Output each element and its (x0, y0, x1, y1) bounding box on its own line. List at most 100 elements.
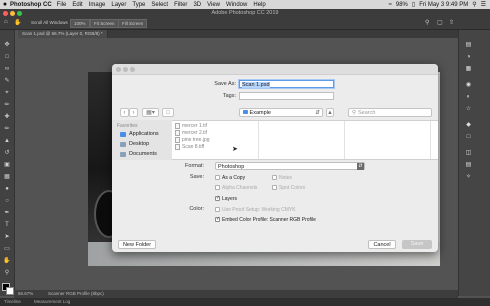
zoom-level[interactable]: 66.67% (18, 290, 33, 298)
battery-percent[interactable]: 98% (396, 2, 408, 8)
quick-select-tool-icon[interactable]: ✎ (3, 78, 11, 84)
embed-color-profile-checkbox[interactable] (215, 216, 220, 222)
search-field[interactable]: ⚲ Search (348, 108, 432, 117)
sidebar-item-documents[interactable]: Documents (120, 151, 157, 157)
location-popup[interactable]: Example ⇵ (239, 108, 323, 117)
lasso-tool-icon[interactable]: ∞ (3, 66, 11, 72)
document-profile[interactable]: Scanner RGB Profile (8bpc) (48, 290, 104, 298)
type-tool-icon[interactable]: T (3, 222, 11, 228)
marquee-tool-icon[interactable]: □ (3, 54, 11, 60)
alpha-channels-checkbox[interactable] (215, 185, 220, 190)
spotlight-icon[interactable]: ⚲ (472, 1, 476, 8)
measurement-log-tab[interactable]: Measurement Log (34, 298, 70, 306)
dodge-tool-icon[interactable]: ○ (3, 198, 11, 204)
chevron-updown-icon: ⇵ (315, 110, 320, 116)
adjustments-panel-icon[interactable]: ◐ (464, 94, 473, 101)
crop-tool-icon[interactable]: ⌖ (3, 90, 11, 96)
fill-screen-button[interactable]: Fill Screen (118, 19, 148, 28)
history-brush-tool-icon[interactable]: ↺ (3, 150, 11, 156)
healing-brush-tool-icon[interactable]: ✚ (3, 114, 11, 120)
favorites-label: Favorites (117, 123, 138, 129)
new-folder-button[interactable]: New Folder (118, 240, 156, 249)
menu-edit[interactable]: Edit (72, 2, 82, 8)
menu-type[interactable]: Type (132, 2, 145, 8)
brush-tool-icon[interactable]: ✏ (3, 126, 11, 132)
gradient-tool-icon[interactable]: ▦ (3, 174, 11, 180)
menu-help[interactable]: Help (253, 2, 265, 8)
as-a-copy-checkbox[interactable] (215, 175, 220, 180)
path-selection-tool-icon[interactable]: ➤ (3, 234, 11, 240)
folder-icon (243, 110, 248, 114)
battery-icon[interactable]: ▯ (412, 1, 415, 8)
paths-panel-icon[interactable]: ✧ (464, 174, 473, 181)
layers-checkbox[interactable] (215, 195, 220, 201)
file-item[interactable]: mercer 2.tif (175, 130, 207, 136)
menu-window[interactable]: Window (226, 2, 247, 8)
learn-panel-icon[interactable]: ◆ (464, 122, 473, 129)
fit-screen-button[interactable]: Fit Screen (90, 19, 119, 28)
sidebar-item-desktop[interactable]: Desktop (120, 141, 149, 147)
notes-checkbox[interactable] (272, 175, 277, 180)
menu-select[interactable]: Select (151, 2, 168, 8)
clone-stamp-tool-icon[interactable]: ▲ (3, 138, 11, 144)
apple-menu-icon[interactable]: ● (0, 1, 10, 8)
document-tab-label: Scan 1.psd @ 66.7% (Layer 0, RGB/8) * (22, 31, 103, 36)
menu-filter[interactable]: Filter (174, 2, 187, 8)
move-tool-icon[interactable]: ✥ (3, 42, 11, 48)
hand-tool-icon[interactable]: ✋ (14, 19, 21, 26)
layers-panel-icon[interactable]: ◫ (464, 150, 473, 157)
menu-view[interactable]: View (207, 2, 220, 8)
hand-tool-icon[interactable]: ✋ (3, 258, 11, 264)
rectangle-tool-icon[interactable]: ▭ (3, 246, 11, 252)
use-proof-setup-checkbox[interactable] (215, 207, 220, 212)
back-icon[interactable]: ‹ (120, 108, 129, 117)
cancel-button[interactable]: Cancel (368, 240, 396, 249)
file-item[interactable]: pine tree.jpg (175, 137, 210, 143)
tags-field[interactable] (239, 92, 334, 100)
channels-panel-icon[interactable]: ▤ (464, 162, 473, 169)
file-item[interactable]: mercer 1.tif (175, 123, 207, 129)
properties-panel-icon[interactable]: ◑ (464, 54, 473, 61)
zoom-100-button[interactable]: 100% (70, 19, 90, 28)
menu-image[interactable]: Image (89, 2, 106, 8)
color-panel-icon[interactable]: ◉ (464, 82, 473, 89)
view-options-icon[interactable]: ▦▾ (142, 108, 159, 117)
wifi-icon[interactable]: ≈ (389, 2, 392, 8)
scroll-all-windows-checkbox[interactable]: Scroll All Windows (28, 19, 71, 26)
zoom-tool-icon[interactable]: ⚲ (3, 270, 11, 276)
file-item[interactable]: Scan 8.tiff (175, 144, 204, 150)
background-color-swatch[interactable] (6, 287, 14, 295)
embed-color-profile-label: Embed Color Profile: Scanner RGB Profile (222, 217, 316, 223)
color-options-label: Color: (189, 206, 204, 212)
format-select[interactable]: Photoshop ⇵ (215, 162, 365, 170)
spot-colors-checkbox[interactable] (272, 185, 277, 190)
format-value: Photoshop (218, 164, 245, 170)
new-folder-icon[interactable]: □ (162, 108, 174, 117)
menubar-clock[interactable]: Fri May 3 9:49 PM (419, 2, 468, 8)
pen-tool-icon[interactable]: ✒ (3, 210, 11, 216)
history-panel-icon[interactable]: ▤ (464, 42, 473, 49)
forward-icon[interactable]: › (129, 108, 138, 117)
home-icon[interactable]: ⌂ (4, 19, 8, 25)
save-as-field[interactable]: Scan 1.psd (239, 80, 334, 88)
document-tab[interactable]: Scan 1.psd @ 66.7% (Layer 0, RGB/8) * (18, 30, 108, 38)
share-icon[interactable]: ⇧ (449, 19, 454, 26)
menu-file[interactable]: File (57, 2, 67, 8)
sidebar-item-applications[interactable]: Applications (120, 131, 159, 137)
menu-app-photoshop[interactable]: Photoshop CC (10, 2, 52, 8)
blur-tool-icon[interactable]: ● (3, 186, 11, 192)
expand-icon[interactable]: ▲ (326, 108, 334, 117)
timeline-tab[interactable]: Timeline (4, 298, 21, 306)
styles-panel-icon[interactable]: ☆ (464, 106, 473, 113)
eyedropper-tool-icon[interactable]: ✏ (3, 102, 11, 108)
tags-label: Tags: (222, 93, 236, 99)
save-button[interactable]: Save (402, 240, 432, 249)
libraries-panel-icon[interactable]: □ (464, 134, 473, 141)
workspace-icon[interactable]: ▢ (437, 19, 443, 26)
menu-3d[interactable]: 3D (193, 2, 201, 8)
control-center-icon[interactable]: ☰ (481, 1, 486, 8)
eraser-tool-icon[interactable]: ▣ (3, 162, 11, 168)
menu-layer[interactable]: Layer (111, 2, 126, 8)
search-icon[interactable]: ⚲ (425, 19, 429, 26)
swatches-panel-icon[interactable]: ▦ (464, 66, 473, 73)
